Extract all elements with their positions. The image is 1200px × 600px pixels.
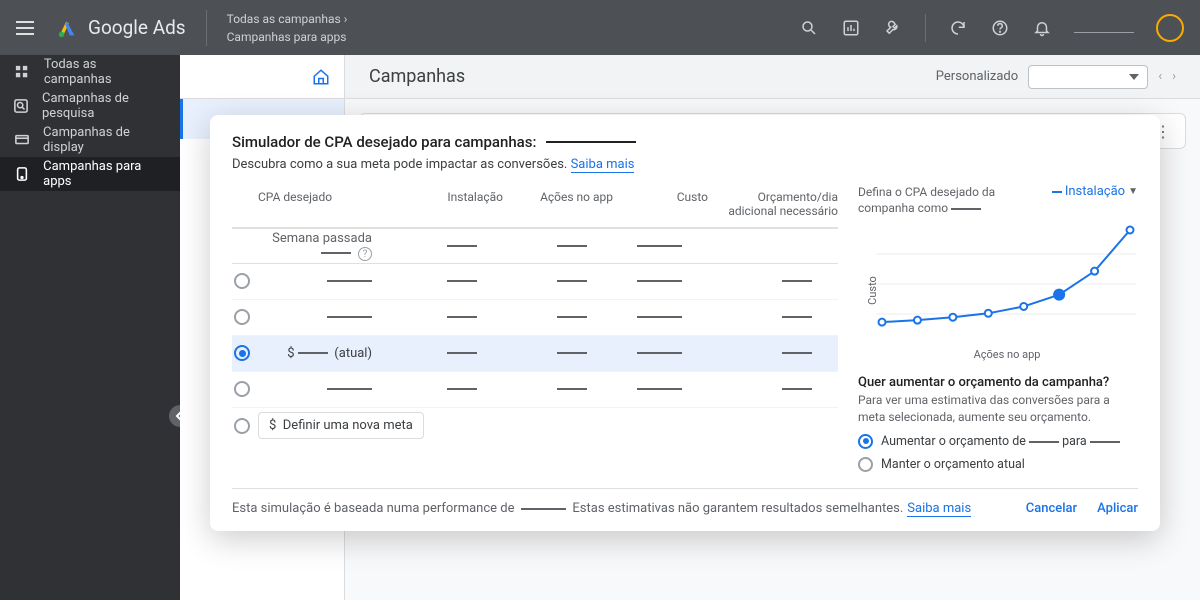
hamburger-menu-icon[interactable] [16, 16, 40, 40]
modal-title: Simulador de CPA desejado para campanhas… [232, 133, 536, 151]
budget-option-keep[interactable]: Manter o orçamento atual [858, 457, 1138, 472]
sidebar-item-display[interactable]: Campanhas de display [0, 123, 180, 157]
product-logo[interactable]: Google Ads [56, 16, 186, 39]
notifications-icon[interactable] [1032, 18, 1052, 38]
sidebar-item-label: Camapnhas de pesquisa [42, 91, 166, 121]
table-row[interactable] [232, 264, 838, 300]
search-square-icon [14, 98, 28, 114]
breadcrumb[interactable]: Todas as campanhas › Campanhas para apps [227, 10, 348, 46]
table-row-custom[interactable]: $ Definir uma nova meta [232, 408, 838, 444]
chart-legend-dropdown[interactable]: Instalação ▼ [1052, 184, 1138, 199]
app-icon [14, 166, 29, 182]
table-row[interactable] [232, 300, 838, 336]
sidebar: Todas as campanhas Camapnhas de pesquisa… [0, 55, 180, 600]
date-range-dropdown[interactable] [1028, 65, 1148, 89]
sidebar-item-all-campaigns[interactable]: Todas as campanhas [0, 55, 180, 89]
radio-option[interactable] [234, 273, 250, 289]
reports-icon[interactable] [841, 18, 861, 38]
budget-question: Quer aumentar o orçamento da campanha? [858, 375, 1138, 390]
radio-option[interactable] [234, 309, 250, 325]
radio-option[interactable] [234, 345, 250, 361]
display-icon [14, 132, 29, 148]
app-header: Google Ads Todas as campanhas › Campanha… [0, 0, 1200, 55]
sidebar-item-label: Campanhas para apps [43, 159, 166, 189]
main-header: Campanhas Personalizado ‹ › [345, 55, 1200, 99]
table-row[interactable] [232, 372, 838, 408]
grid-icon [14, 64, 30, 80]
table-header: CPA desejado Instalação Ações no app Cus… [232, 184, 838, 228]
help-icon[interactable]: ? [358, 247, 372, 261]
budget-subtext: Para ver uma estimativa das conversões p… [858, 392, 1138, 426]
date-prev-button[interactable]: ‹ [1158, 69, 1162, 84]
sidebar-item-search[interactable]: Camapnhas de pesquisa [0, 89, 180, 123]
radio-option[interactable] [234, 381, 250, 397]
cpa-simulator-modal: Simulador de CPA desejado para campanhas… [210, 115, 1160, 531]
account-label[interactable] [1074, 23, 1134, 33]
sidebar-item-apps[interactable]: Campanhas para apps [0, 157, 180, 191]
date-next-button[interactable]: › [1172, 69, 1176, 84]
breadcrumb-current: Campanhas para apps [227, 30, 347, 44]
search-icon[interactable] [799, 18, 819, 38]
table-row-current[interactable]: $ (atual) [232, 336, 838, 372]
chart-panel: Defina o CPA desejado da companha como I… [858, 184, 1138, 472]
modal-subtitle: Descubra como a sua meta pode impactar a… [232, 157, 1138, 172]
learn-more-link[interactable]: Saiba mais [571, 157, 635, 173]
sidebar-item-label: Campanhas de display [43, 125, 166, 155]
tools-icon[interactable] [883, 18, 903, 38]
overview-home[interactable] [180, 55, 344, 99]
help-icon[interactable] [990, 18, 1010, 38]
product-name: Google Ads [88, 16, 186, 39]
chart-description: Defina o CPA desejado da companha como [858, 184, 1044, 216]
modal-footer: Esta simulação é baseada numa performanc… [232, 488, 1138, 517]
chart-xlabel: Ações no app [876, 348, 1138, 361]
cancel-button[interactable]: Cancelar [1026, 501, 1077, 516]
avatar[interactable] [1156, 14, 1184, 42]
define-new-goal-button[interactable]: $ Definir uma nova meta [258, 412, 424, 439]
radio-option[interactable] [234, 418, 250, 434]
refresh-icon[interactable] [948, 18, 968, 38]
google-ads-logo-icon [56, 17, 78, 39]
learn-more-link[interactable]: Saiba mais [907, 501, 971, 517]
apply-button[interactable]: Aplicar [1097, 501, 1138, 516]
divider [925, 14, 926, 42]
cpa-table: CPA desejado Instalação Ações no app Cus… [232, 184, 838, 472]
date-range-label: Personalizado [936, 69, 1018, 84]
budget-option-increase[interactable]: Aumentar o orçamento de para [858, 434, 1138, 449]
cost-vs-actions-chart: Custo [876, 224, 1136, 344]
redacted-text [546, 141, 636, 143]
chart-ylabel: Custo [866, 277, 879, 306]
sidebar-item-label: Todas as campanhas [44, 57, 166, 87]
page-title: Campanhas [369, 66, 465, 87]
divider [206, 10, 207, 46]
table-row-last-week: Semana passada ? [232, 228, 838, 264]
